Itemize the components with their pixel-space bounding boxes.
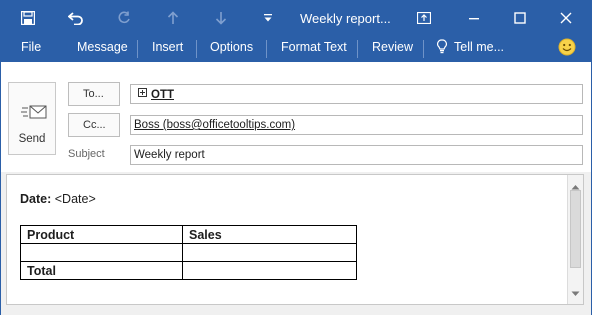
scroll-down-icon[interactable] — [571, 286, 580, 300]
table-total-row: Total — [20, 261, 357, 280]
subject-label: Subject — [68, 148, 105, 160]
header-product[interactable]: Product — [20, 225, 183, 244]
table-cell[interactable] — [20, 243, 183, 262]
next-item-icon[interactable] — [211, 8, 231, 28]
undo-icon[interactable] — [66, 8, 86, 28]
sales-table[interactable]: Product Sales Total — [20, 225, 357, 280]
redo-icon[interactable] — [114, 8, 134, 28]
subject-field[interactable]: Weekly report — [130, 145, 583, 165]
to-recipient[interactable]: OTT — [151, 89, 174, 101]
previous-item-icon[interactable] — [163, 8, 183, 28]
tell-me-search[interactable]: Tell me... — [454, 40, 504, 54]
window-title: Weekly report... — [300, 11, 391, 26]
ribbon-display-options-icon[interactable] — [414, 8, 434, 28]
table-header-row: Product Sales — [20, 225, 357, 244]
tab-review[interactable]: Review — [372, 40, 413, 54]
date-label: Date: — [20, 192, 52, 206]
header-sales[interactable]: Sales — [182, 225, 357, 244]
send-button[interactable]: Send — [8, 82, 56, 155]
vertical-scrollbar[interactable] — [567, 175, 583, 304]
ribbon-separator — [196, 40, 197, 58]
ribbon-separator — [137, 40, 138, 58]
ribbon-separator — [266, 40, 267, 58]
tab-format-text[interactable]: Format Text — [281, 40, 347, 54]
to-field[interactable]: OTT — [130, 84, 583, 104]
date-line: Date: <Date> — [20, 192, 96, 206]
message-body-editor[interactable]: Date: <Date> Product Sales Total — [6, 174, 584, 305]
tab-options[interactable]: Options — [210, 40, 253, 54]
date-placeholder: <Date> — [54, 192, 96, 206]
message-header: Send To... OTT Cc... Boss (boss@officeto… — [0, 62, 592, 172]
send-label: Send — [18, 133, 46, 145]
lightbulb-icon — [437, 39, 447, 57]
expand-group-icon[interactable] — [138, 88, 147, 100]
cc-field[interactable]: Boss (boss@officetooltips.com) — [130, 115, 583, 135]
customize-toolbar-icon[interactable] — [258, 8, 278, 28]
cc-recipient[interactable]: Boss (boss@officetooltips.com) — [134, 119, 295, 131]
table-row — [20, 243, 357, 262]
tab-file[interactable]: File — [21, 40, 41, 54]
title-bar: Weekly report... — [0, 0, 592, 36]
to-button[interactable]: To... — [68, 82, 120, 106]
save-icon[interactable] — [18, 8, 38, 28]
maximize-icon[interactable] — [510, 8, 530, 28]
total-value[interactable] — [182, 261, 357, 280]
send-envelope-icon — [21, 103, 47, 126]
minimize-icon[interactable] — [464, 8, 484, 28]
total-label[interactable]: Total — [20, 261, 183, 280]
tab-message[interactable]: Message — [77, 40, 128, 54]
table-cell[interactable] — [182, 243, 357, 262]
ribbon-separator — [423, 40, 424, 58]
scroll-thumb[interactable] — [570, 190, 581, 268]
tab-insert[interactable]: Insert — [152, 40, 183, 54]
close-icon[interactable] — [556, 8, 576, 28]
ribbon-tabs: File Message Insert Options Format Text … — [0, 36, 592, 62]
cc-button[interactable]: Cc... — [68, 113, 120, 137]
ribbon-separator — [357, 40, 358, 58]
smiley-feedback-icon[interactable] — [558, 38, 576, 59]
